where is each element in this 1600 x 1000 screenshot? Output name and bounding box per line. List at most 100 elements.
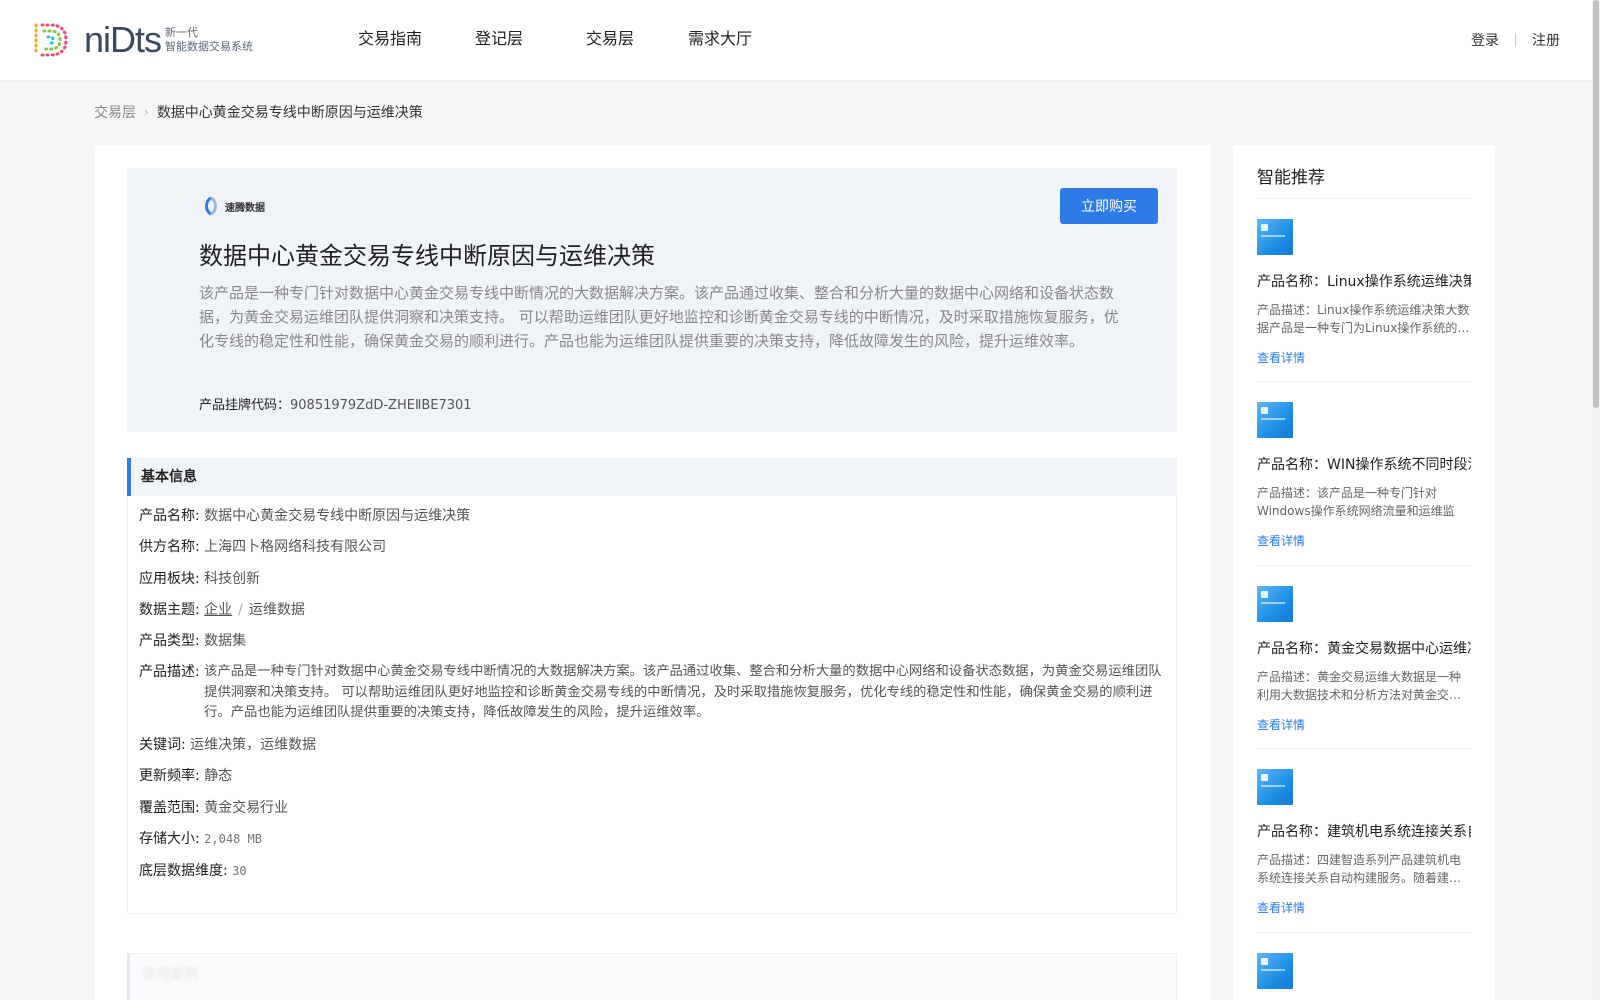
recommendation-desc: 产品描述：该产品是一种专门针对Windows操作系统网络流量和运维监控… (1257, 486, 1455, 518)
logo-wordmark: niDts (84, 19, 162, 60)
recommendation-desc: 产品描述：Linux操作系统运维决策大数据产品是一种专门为Linux操作系统的… (1257, 303, 1470, 335)
recommendations-panel: 智能推荐 产品名称：Linux操作系统运维决策 产品描述：Linux操作系统运维… (1233, 145, 1495, 1000)
product-listing-code: 产品挂牌代码：90851979ZdD-ZHEⅡBE7301 (199, 394, 472, 413)
product-summary: 该产品是一种专门针对数据中心黄金交易专线中断情况的大数据解决方案。该产品通过收集… (199, 284, 1119, 350)
info-label: 存储大小: (139, 831, 200, 847)
provider-logo-text: 速腾数据 (225, 202, 265, 214)
info-label: 底层数据维度: (139, 863, 228, 879)
info-label: 更新频率: (139, 768, 200, 784)
breadcrumb-trading-layer[interactable]: 交易层 (94, 102, 136, 122)
info-label: 供方名称: (139, 539, 200, 555)
nav-trading-guide[interactable]: 交易指南 (358, 28, 422, 50)
info-value: 上海四卜格网络科技有限公司 (204, 539, 387, 555)
breadcrumb: 交易层 › 数据中心黄金交易专线中断原因与运维决策 (94, 102, 423, 122)
top-header: niDts 新一代 智能数据交易系统 交易指南 登记层 交易层 需求大厅 登录 … (0, 0, 1600, 80)
provider-logo: 速腾数据 (201, 196, 265, 216)
recommendation-desc: 产品描述：四建智造系列产品建筑机电系统连接关系自动构建服务。随着建… (1257, 853, 1462, 885)
info-row-description: 产品描述: 该产品是一种专门针对数据中心黄金交易专线中断情况的大数据解决方案。该… (139, 662, 1169, 724)
info-value: 2,048 MB (204, 832, 262, 846)
product-title: 数据中心黄金交易专线中断原因与运维决策 (199, 242, 655, 270)
info-label: 关键词: (139, 737, 186, 753)
info-row-product-name: 产品名称: 数据中心黄金交易专线中断原因与运维决策 (139, 506, 470, 527)
info-row-type: 产品类型: 数据集 (139, 631, 246, 652)
recommendation-name[interactable]: 产品名称：WIN操作系统不同时段流 (1257, 455, 1471, 475)
main-nav: 交易指南 登记层 交易层 需求大厅 (358, 28, 752, 50)
info-label: 数据主题: (139, 602, 200, 618)
info-row-frequency: 更新频率: 静态 (139, 766, 232, 787)
recommendation-card[interactable]: 产品名称：黄金交易数据中心运维决 产品描述：黄金交易运维大数据是一种利用大数据技… (1257, 586, 1471, 733)
product-thumbnail[interactable] (1257, 953, 1293, 989)
buy-now-button[interactable]: 立即购买 (1060, 188, 1158, 224)
info-row-sector: 应用板块: 科技创新 (139, 569, 260, 590)
recommendation-desc: 产品描述：黄金交易运维大数据是一种利用大数据技术和分析方法对黄金交… (1257, 670, 1462, 702)
recommendation-name[interactable]: 产品名称：Linux操作系统运维决策 (1257, 272, 1471, 292)
recommendation-name[interactable]: 产品名称：黄金交易数据中心运维决 (1257, 639, 1471, 659)
view-details-link[interactable]: 查看详情 (1257, 533, 1471, 549)
product-thumbnail[interactable] (1257, 769, 1293, 805)
logo-tagline: 新一代 智能数据交易系统 (165, 26, 253, 54)
breadcrumb-current: 数据中心黄金交易专线中断原因与运维决策 (156, 105, 423, 121)
nav-demand-hall[interactable]: 需求大厅 (688, 28, 752, 50)
login-link[interactable]: 登录 (1471, 30, 1499, 50)
product-hero: 速腾数据 立即购买 数据中心黄金交易专线中断原因与运维决策 该产品是一种专门针对… (127, 168, 1177, 432)
nav-registration-layer[interactable]: 登记层 (475, 28, 523, 50)
basic-info-heading: 基本信息 (127, 458, 1177, 496)
recommendation-name[interactable]: 产品名称：建筑机电系统连接关系自 (1257, 822, 1471, 842)
basic-info-table: 产品名称: 数据中心黄金交易专线中断原因与运维决策 供方名称: 上海四卜格网络科… (127, 496, 1177, 914)
logo-tagline-line2: 智能数据交易系统 (165, 40, 254, 53)
info-row-dimension: 底层数据维度: 30 (139, 861, 247, 882)
recommendation-card[interactable]: 产品名称：建筑机电系统连接关系自 产品描述：四建智造系列产品建筑机电系统连接关系… (1257, 769, 1471, 916)
nav-trading-layer[interactable]: 交易层 (586, 28, 634, 50)
info-value: 企业 / 运维数据 (204, 600, 305, 621)
info-value: 运维决策，运维数据 (190, 737, 317, 753)
info-value: 数据中心黄金交易专线中断原因与运维决策 (204, 508, 471, 524)
view-details-link[interactable]: 查看详情 (1257, 900, 1471, 916)
divider (1257, 381, 1471, 382)
product-detail-card: 速腾数据 立即购买 数据中心黄金交易专线中断原因与运维决策 该产品是一种专门针对… (95, 145, 1210, 1000)
product-thumbnail[interactable] (1257, 586, 1293, 622)
info-row-supplier: 供方名称: 上海四卜格网络科技有限公司 (139, 537, 386, 558)
topic-enterprise-link[interactable]: 企业 (204, 602, 232, 618)
topic-separator: / (238, 602, 243, 618)
view-details-link[interactable]: 查看详情 (1257, 717, 1471, 733)
divider (1257, 932, 1471, 933)
auth-links: 登录 注册 (1471, 30, 1560, 50)
logo-mark-icon (34, 23, 68, 57)
usage-cases-section: 使用案例 (127, 953, 1177, 1000)
recommendation-card[interactable]: 产品名称：Linux操作系统运维决策 产品描述：Linux操作系统运维决策大数据… (1257, 219, 1471, 366)
chevron-right-icon: › (144, 105, 149, 119)
provider-logo-icon (205, 196, 217, 216)
info-value: 黄金交易行业 (204, 800, 289, 816)
info-value: 30 (232, 864, 247, 878)
info-label: 覆盖范围: (139, 800, 200, 816)
info-label: 产品名称: (139, 508, 200, 524)
info-label: 应用板块: (139, 571, 200, 587)
product-thumbnail[interactable] (1257, 402, 1293, 438)
divider (1257, 748, 1471, 749)
info-label: 产品描述: (139, 664, 200, 680)
recommendation-card-partial[interactable] (1257, 953, 1471, 989)
recommendations-title: 智能推荐 (1257, 168, 1325, 188)
info-label: 产品类型: (139, 633, 200, 649)
register-link[interactable]: 注册 (1532, 30, 1560, 50)
recommendation-card[interactable]: 产品名称：WIN操作系统不同时段流 产品描述：该产品是一种专门针对Windows… (1257, 402, 1471, 549)
view-details-link[interactable]: 查看详情 (1257, 350, 1471, 366)
info-row-storage: 存储大小: 2,048 MB (139, 829, 262, 850)
auth-divider (1515, 33, 1516, 47)
info-row-coverage: 覆盖范围: 黄金交易行业 (139, 798, 288, 819)
usage-cases-heading: 使用案例 (142, 967, 198, 983)
listing-code-value: 90851979ZdD-ZHEⅡBE7301 (290, 398, 472, 413)
divider (1257, 198, 1471, 199)
info-value: 数据集 (204, 633, 247, 649)
divider (1257, 565, 1471, 566)
logo-tagline-line1: 新一代 (165, 26, 199, 39)
product-thumbnail[interactable] (1257, 219, 1293, 255)
topic-ops-data: 运维数据 (248, 602, 305, 618)
info-row-keywords: 关键词: 运维决策，运维数据 (139, 735, 316, 756)
scrollbar-thumb[interactable] (1593, 0, 1599, 408)
info-value: 科技创新 (204, 571, 261, 587)
site-logo[interactable]: niDts 新一代 智能数据交易系统 (30, 20, 253, 60)
page-scrollbar[interactable] (1592, 0, 1600, 1000)
info-value: 该产品是一种专门针对数据中心黄金交易专线中断情况的大数据解决方案。该产品通过收集… (204, 664, 1162, 720)
info-row-topic: 数据主题: 企业 / 运维数据 (139, 600, 305, 621)
